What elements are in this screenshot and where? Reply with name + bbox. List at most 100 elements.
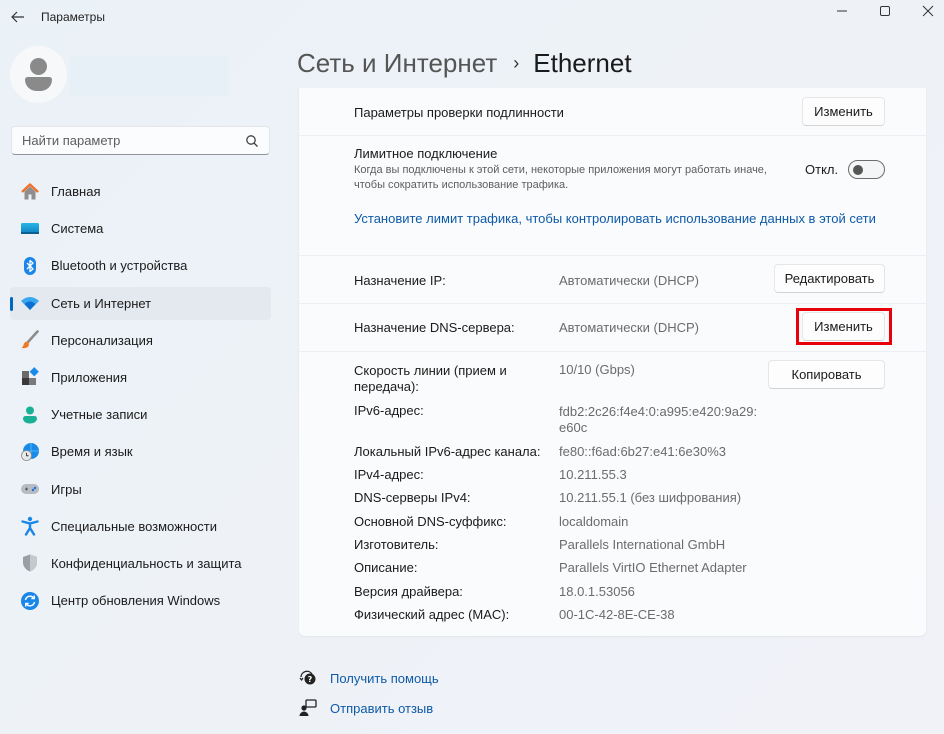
property-value: 18.0.1.53056: [559, 584, 635, 599]
send-feedback-link[interactable]: Отправить отзыв: [298, 698, 433, 718]
property-label: Изготовитель:: [354, 537, 439, 552]
gamepad-icon: [20, 479, 40, 499]
property-label: Описание:: [354, 560, 418, 575]
property-value: Parallels VirtIO Ethernet Adapter: [559, 560, 747, 575]
time-language-icon: [20, 442, 40, 462]
help-icon: ?: [298, 668, 318, 688]
sidebar-item-label: Центр обновления Windows: [51, 593, 221, 609]
sidebar-item-home[interactable]: Главная: [10, 175, 271, 208]
sidebar-item-label: Конфиденциальность и защита: [51, 555, 242, 571]
sidebar-item-bluetooth[interactable]: Bluetooth и устройства: [10, 249, 271, 282]
sidebar-item-label: Приложения: [51, 369, 128, 385]
metered-toggle[interactable]: [848, 160, 885, 179]
sidebar-item-system[interactable]: Система: [10, 212, 271, 245]
send-feedback-text[interactable]: Отправить отзыв: [330, 701, 433, 716]
chevron-right-icon: ›: [513, 53, 520, 73]
sidebar-item-label: Специальные возможности: [51, 518, 217, 534]
ip-edit-button[interactable]: Редактировать: [774, 264, 885, 293]
metered-description-line1: Когда вы подключены к этой сети, некотор…: [354, 164, 767, 176]
sidebar-item-label: Сеть и Интернет: [51, 295, 152, 311]
ip-assignment-value: Автоматически (DHCP): [559, 273, 699, 288]
property-value-cont: e60c: [559, 420, 588, 435]
copy-button[interactable]: Копировать: [768, 360, 885, 389]
divider: [299, 351, 926, 352]
update-icon: [20, 591, 40, 611]
maximize-icon: [880, 6, 890, 16]
sidebar-item-label: Время и язык: [51, 444, 133, 460]
property-value: 10.211.55.1 (без шифрования): [559, 490, 742, 505]
search-input[interactable]: [22, 133, 245, 148]
sidebar-item-personalization[interactable]: Персонализация: [10, 324, 271, 357]
avatar[interactable]: [10, 46, 67, 103]
app-title: Параметры: [41, 10, 105, 24]
property-label: Локальный IPv6-адрес канала:: [354, 444, 541, 459]
bluetooth-icon: [20, 256, 40, 276]
sidebar-item-gaming[interactable]: Игры: [10, 473, 271, 506]
sidebar-item-apps[interactable]: Приложения: [10, 361, 271, 394]
metered-connection-label: Лимитное подключение: [354, 146, 498, 161]
sidebar-item-accounts[interactable]: Учетные записи: [10, 398, 271, 431]
apps-icon: [20, 367, 40, 387]
dns-assignment-label: Назначение DNS-сервера:: [354, 320, 515, 335]
back-button[interactable]: [8, 6, 28, 28]
property-value: 10/10 (Gbps): [559, 362, 635, 377]
property-label: Скорость линии (прием и: [354, 363, 507, 378]
data-limit-link[interactable]: Установите лимит трафика, чтобы контроли…: [354, 211, 876, 226]
divider: [299, 255, 926, 256]
get-help-link[interactable]: ? Получить помощь: [298, 668, 439, 688]
property-label: Основной DNS-суффикс:: [354, 514, 507, 529]
shield-icon: [20, 553, 40, 573]
toggle-knob: [853, 165, 863, 175]
sidebar-item-label: Персонализация: [51, 332, 153, 348]
property-value: Parallels International GmbH: [559, 537, 726, 552]
sidebar-item-accessibility[interactable]: Специальные возможности: [10, 510, 271, 543]
svg-text:?: ?: [308, 675, 313, 684]
account-icon: [20, 405, 40, 425]
feedback-icon: [298, 698, 318, 718]
sidebar-item-label: Игры: [51, 481, 82, 497]
property-value: 10.211.55.3: [559, 467, 627, 482]
get-help-text[interactable]: Получить помощь: [330, 671, 439, 686]
breadcrumb-parent[interactable]: Сеть и Интернет: [297, 48, 497, 79]
brush-icon: [20, 330, 40, 350]
sidebar-nav: Главная Система Bluetooth и устройства С…: [10, 175, 271, 621]
property-label: Физический адрес (MAC):: [354, 607, 510, 622]
sidebar-item-time-language[interactable]: Время и язык: [10, 435, 271, 468]
property-label: Версия драйвера:: [354, 584, 463, 599]
sidebar-item-windows-update[interactable]: Центр обновления Windows: [10, 584, 271, 617]
minimize-button[interactable]: [822, 1, 862, 21]
divider: [299, 303, 926, 304]
maximize-button[interactable]: [865, 1, 905, 21]
search-icon[interactable]: [245, 134, 259, 148]
avatar-body: [25, 77, 52, 91]
sidebar-item-label: Система: [51, 221, 104, 237]
system-icon: [20, 219, 40, 239]
highlight-box: [796, 308, 892, 345]
title-bar: Параметры: [0, 0, 944, 36]
wifi-icon: [20, 293, 40, 313]
page-title: Ethernet: [533, 48, 632, 78]
close-icon: [922, 5, 934, 17]
search-box[interactable]: [11, 126, 270, 155]
auth-edit-button[interactable]: Изменить: [802, 97, 885, 126]
close-button[interactable]: [908, 1, 944, 21]
property-label: IPv6-адрес:: [354, 403, 424, 418]
avatar-head: [30, 58, 47, 75]
home-icon: [20, 182, 40, 202]
property-label: DNS-серверы IPv4:: [354, 490, 471, 505]
metered-description-line2: чтобы сократить использование трафика.: [354, 179, 569, 191]
sidebar-item-privacy[interactable]: Конфиденциальность и защита: [10, 547, 271, 580]
metered-toggle-state: Откл.: [805, 162, 839, 177]
sidebar-item-label: Главная: [51, 184, 101, 199]
arrow-left-icon: [11, 11, 24, 23]
accessibility-icon: [20, 516, 40, 536]
property-value: localdomain: [559, 514, 629, 529]
ethernet-settings-card: Параметры проверки подлинности Изменить …: [299, 88, 926, 636]
dns-assignment-value: Автоматически (DHCP): [559, 320, 699, 335]
user-name-redacted: [70, 56, 228, 96]
property-value: 00-1C-42-8E-CE-38: [559, 607, 675, 622]
breadcrumb: Сеть и Интернет › Ethernet: [297, 48, 632, 79]
sidebar-item-network[interactable]: Сеть и Интернет: [10, 286, 271, 320]
property-label-cont: передача):: [354, 379, 419, 394]
sidebar-item-label: Bluetooth и устройства: [51, 258, 188, 274]
